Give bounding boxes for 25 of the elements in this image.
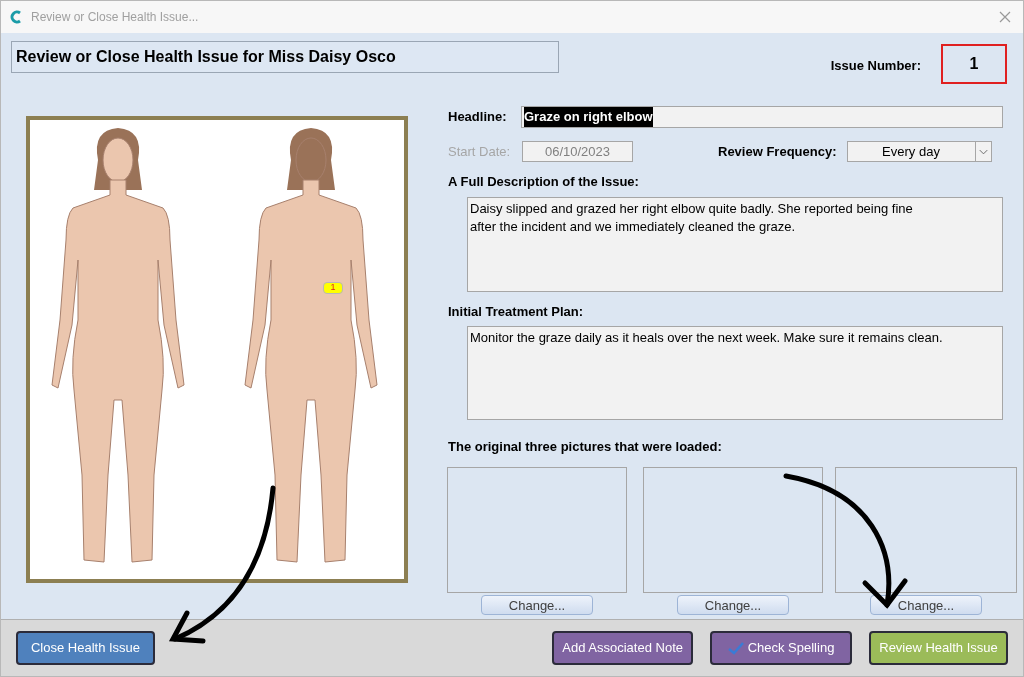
close-icon[interactable] [999, 11, 1011, 23]
description-field[interactable]: Daisy slipped and grazed her right elbow quite badly. She reported being fine after the incident and we immediately cleaned the graze. [467, 196, 1003, 292]
review-frequency-dropdown[interactable]: Every day [846, 141, 992, 162]
action-button[interactable]: Add Associated Note [552, 631, 693, 665]
change-button[interactable]: Change... [870, 594, 982, 615]
description-label: A Full Description of the Issue: [448, 173, 640, 191]
form-header: Review or Close Health Issue for Miss Daisy Osco [11, 41, 559, 73]
change-button[interactable]: Change... [677, 594, 789, 615]
start-date-label: Start Date: [448, 142, 512, 161]
review-frequency-label: Review Frequency: [718, 142, 837, 161]
headline-label: Headline: [448, 108, 508, 127]
action-button[interactable]: Close Health Issue [16, 631, 155, 665]
spellcheck-icon [727, 641, 744, 655]
check-spelling-button[interactable]: Check Spelling [710, 631, 852, 665]
treatment-plan-field[interactable]: Monitor the graze daily as it heals over the next week. Make sure it remains clean. [467, 326, 1003, 420]
body-marker[interactable]: 1 [323, 282, 343, 294]
treatment-plan-label: Initial Treatment Plan: [448, 302, 585, 321]
app-logo-icon [9, 10, 23, 24]
chevron-down-icon [974, 142, 991, 161]
issue-number-label: Issue Number: [830, 57, 921, 75]
pictures-label: The original three pictures that were loaded: [448, 438, 723, 456]
headline-field[interactable]: Graze on right elbow [521, 106, 1003, 128]
issue-number-value: 1 [941, 44, 1007, 84]
change-button[interactable]: Change... [481, 594, 593, 615]
window-title: Review or Close Health Issue... [31, 9, 199, 26]
